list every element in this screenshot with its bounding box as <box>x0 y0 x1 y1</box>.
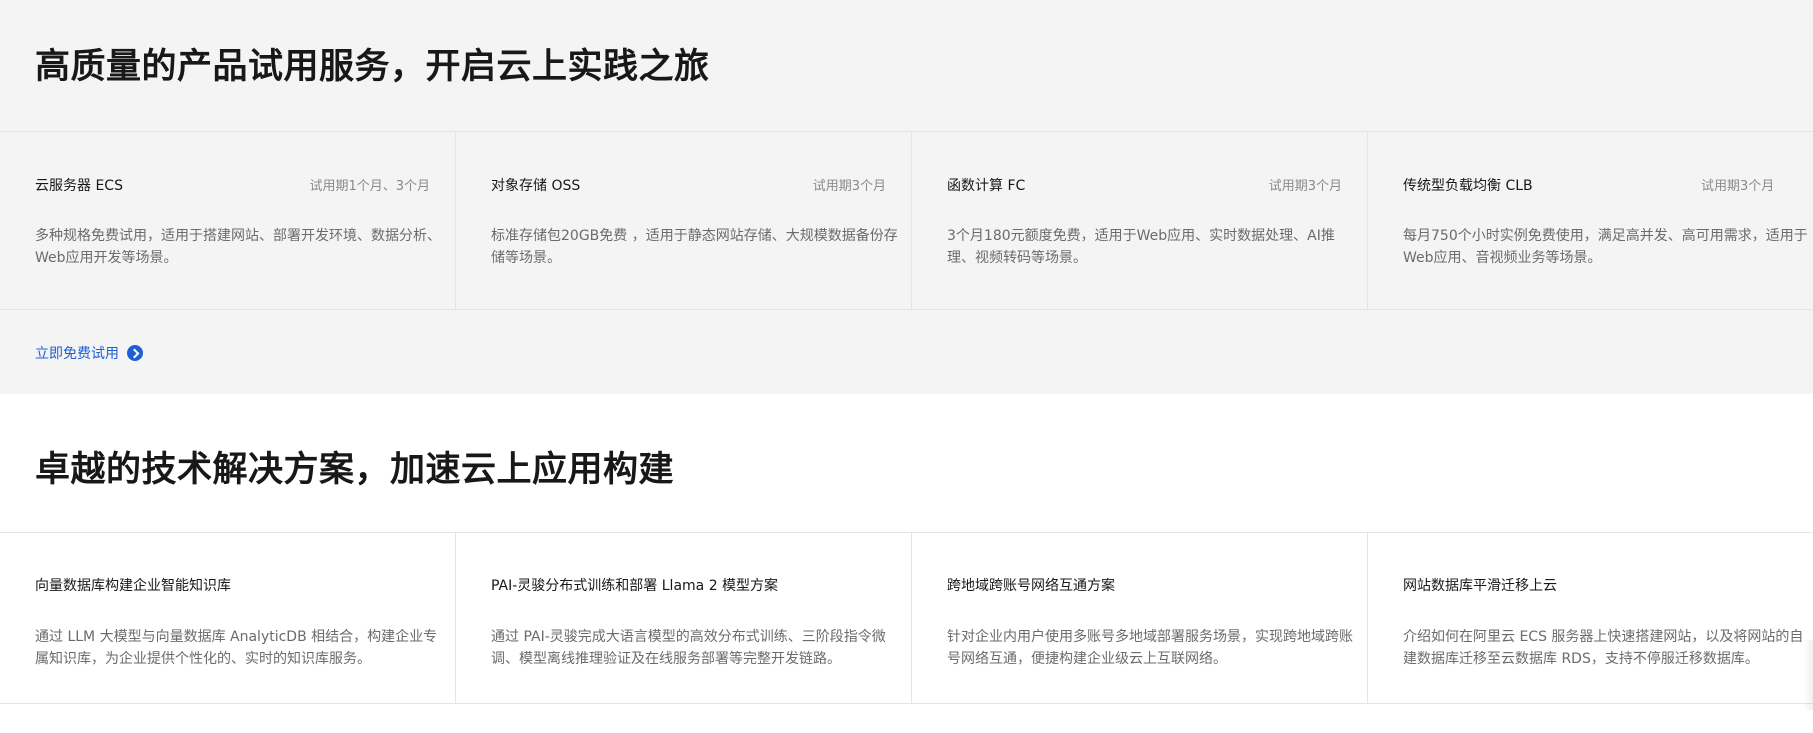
trial-section: 高质量的产品试用服务，开启云上实践之旅 云服务器 ECS 试用期1个月、3个月 … <box>0 0 1813 394</box>
card-title: 网站数据库平滑迁移上云 <box>1403 578 1557 594</box>
trial-period: 试用期3个月 <box>1701 179 1775 194</box>
scroll-edge-shadow <box>1803 640 1813 710</box>
card-description: 多种规格免费试用，适用于搭建网站、部署开发环境、数据分析、Web应用开发等场景。 <box>35 228 441 266</box>
card-title: 云服务器 ECS <box>35 178 123 194</box>
card-description: 3个月180元额度免费，适用于Web应用、实时数据处理、AI推理、视频转码等场景… <box>947 228 1335 266</box>
solution-card-vector-db[interactable]: 向量数据库构建企业智能知识库 通过 LLM 大模型与向量数据库 Analytic… <box>0 533 456 703</box>
trial-card-ecs[interactable]: 云服务器 ECS 试用期1个月、3个月 多种规格免费试用，适用于搭建网站、部署开… <box>0 132 456 309</box>
trial-period: 试用期3个月 <box>1268 179 1342 194</box>
trial-card-clb[interactable]: 传统型负载均衡 CLB 试用期3个月 每月750个小时实例免费使用，满足高并发、… <box>1368 132 1813 309</box>
solution-card-pai-llama[interactable]: PAI-灵骏分布式训练和部署 Llama 2 模型方案 通过 PAI-灵骏完成大… <box>456 533 912 703</box>
trial-section-title: 高质量的产品试用服务，开启云上实践之旅 <box>35 47 710 87</box>
trial-card-oss[interactable]: 对象存储 OSS 试用期3个月 标准存储包20GB免费 ，适用于静态网站存储、大… <box>456 132 912 309</box>
free-trial-link[interactable]: 立即免费试用 <box>35 343 143 363</box>
trial-card-list: 云服务器 ECS 试用期1个月、3个月 多种规格免费试用，适用于搭建网站、部署开… <box>0 131 1813 310</box>
solution-card-db-migration[interactable]: 网站数据库平滑迁移上云 介绍如何在阿里云 ECS 服务器上快速搭建网站，以及将网… <box>1368 533 1813 703</box>
trial-period: 试用期3个月 <box>812 179 886 194</box>
card-title: PAI-灵骏分布式训练和部署 Llama 2 模型方案 <box>491 578 779 594</box>
card-description: 标准存储包20GB免费 ，适用于静态网站存储、大规模数据备份存储等场景。 <box>491 228 898 266</box>
card-title: 传统型负载均衡 CLB <box>1403 178 1533 194</box>
trial-card-fc[interactable]: 函数计算 FC 试用期3个月 3个月180元额度免费，适用于Web应用、实时数据… <box>912 132 1368 309</box>
free-trial-label: 立即免费试用 <box>35 346 119 362</box>
solution-card-list: 向量数据库构建企业智能知识库 通过 LLM 大模型与向量数据库 Analytic… <box>0 532 1813 704</box>
trial-period: 试用期1个月、3个月 <box>309 179 430 194</box>
card-description: 针对企业内用户使用多账号多地域部署服务场景，实现跨地域跨账号网络互通，便捷构建企… <box>947 629 1353 667</box>
card-description: 通过 LLM 大模型与向量数据库 AnalyticDB 相结合，构建企业专属知识… <box>35 629 438 667</box>
card-description: 通过 PAI-灵骏完成大语言模型的高效分布式训练、三阶段指令微调、模型离线推理验… <box>491 629 886 667</box>
card-title: 函数计算 FC <box>947 178 1026 194</box>
card-description: 每月750个小时实例免费使用，满足高并发、高可用需求，适用于Web应用、音视频业… <box>1403 228 1808 266</box>
card-description: 介绍如何在阿里云 ECS 服务器上快速搭建网站，以及将网站的自建数据库迁移至云数… <box>1403 629 1804 667</box>
solutions-section-title: 卓越的技术解决方案，加速云上应用构建 <box>35 450 675 490</box>
card-title: 跨地域跨账号网络互通方案 <box>947 578 1115 594</box>
chevron-right-circle-icon <box>127 345 143 361</box>
card-title: 向量数据库构建企业智能知识库 <box>35 578 231 594</box>
solutions-section: 卓越的技术解决方案，加速云上应用构建 向量数据库构建企业智能知识库 通过 LLM… <box>0 394 1813 733</box>
solution-card-cross-region[interactable]: 跨地域跨账号网络互通方案 针对企业内用户使用多账号多地域部署服务场景，实现跨地域… <box>912 533 1368 703</box>
card-title: 对象存储 OSS <box>491 178 581 194</box>
